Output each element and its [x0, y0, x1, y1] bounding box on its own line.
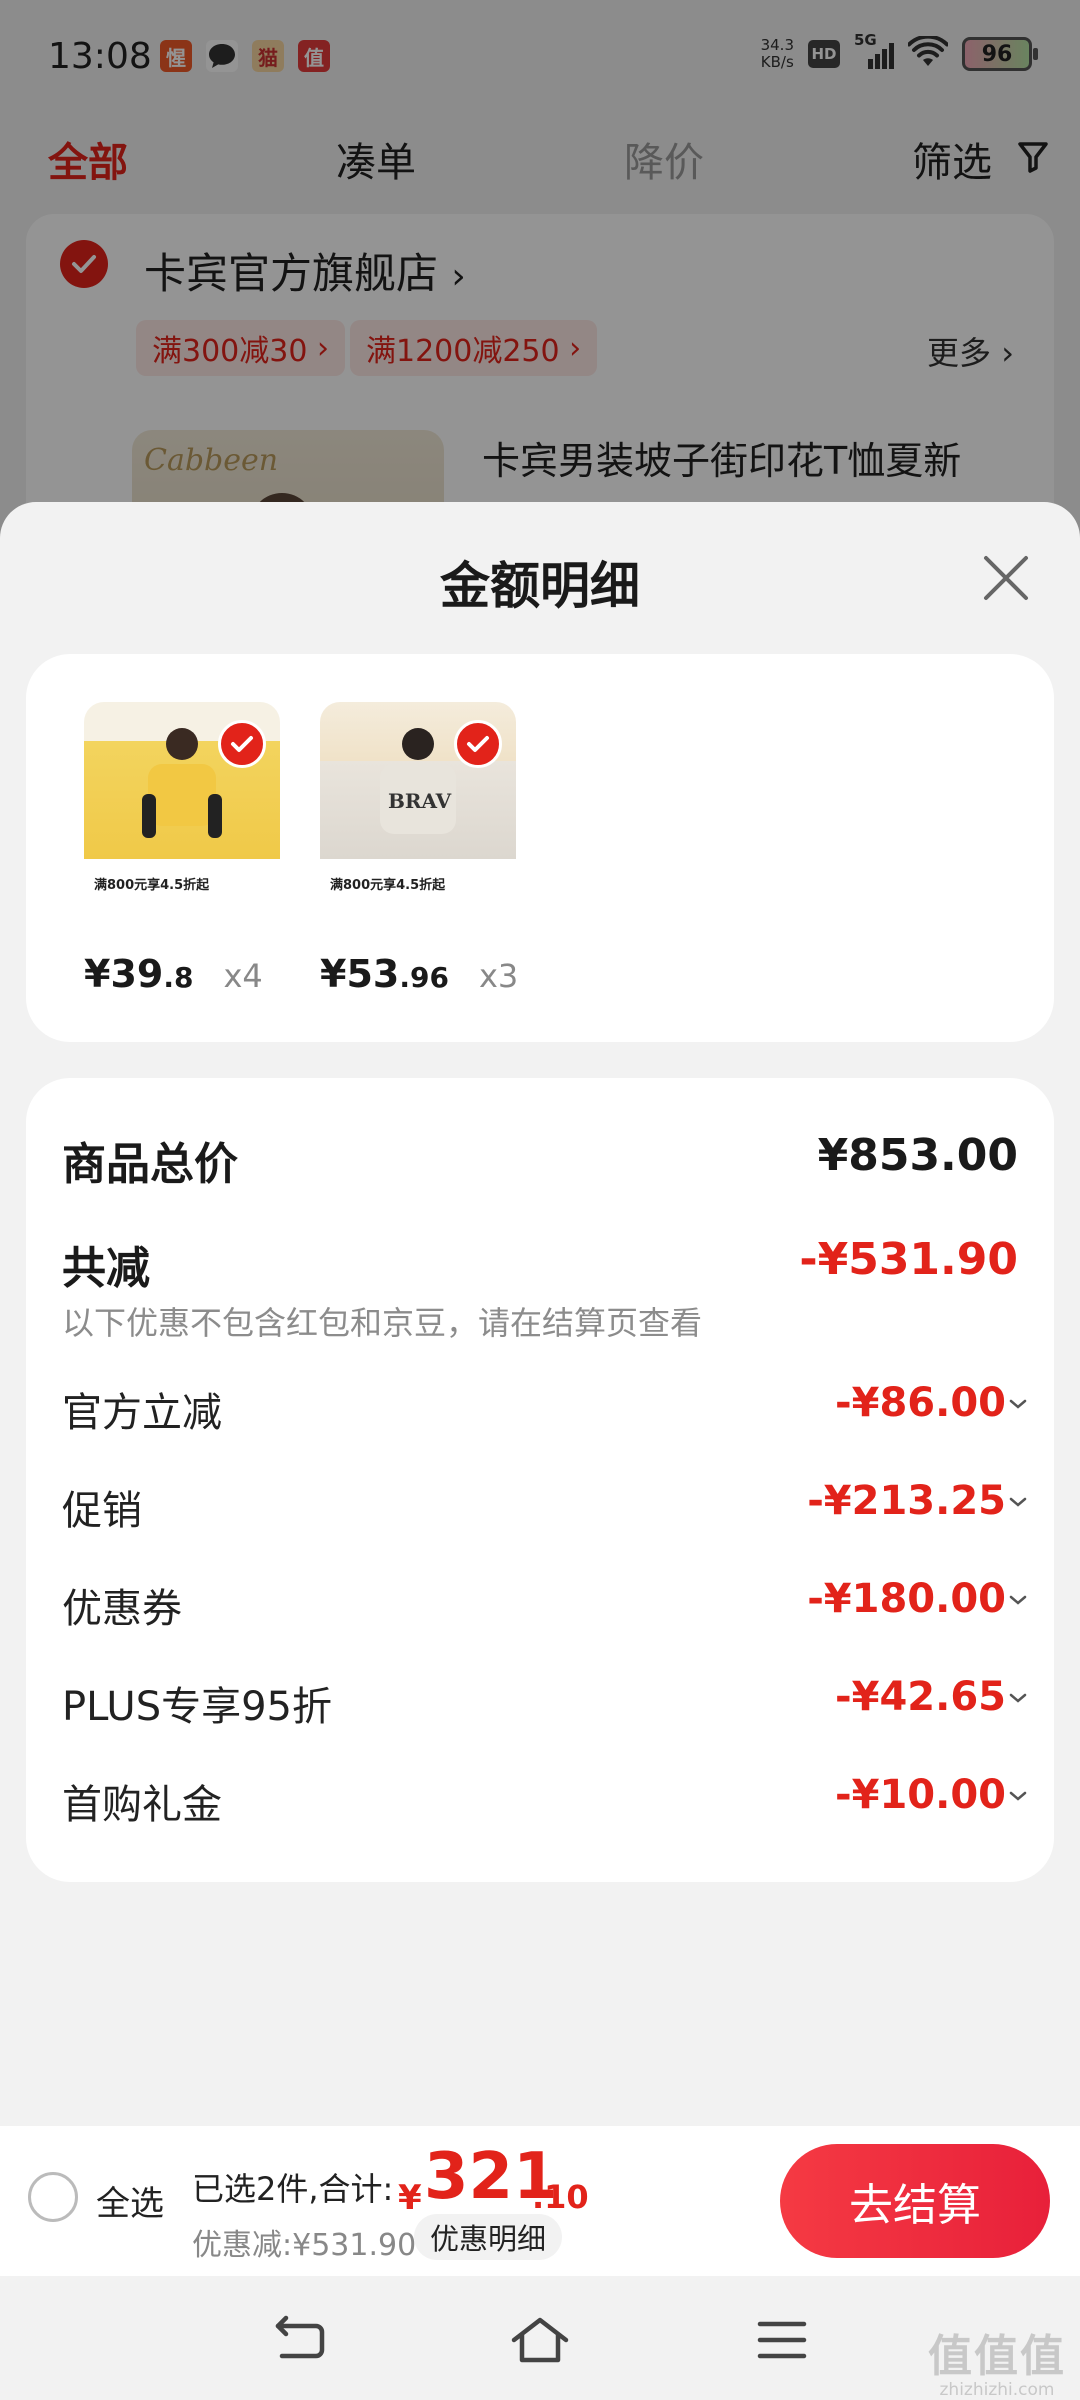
item-quantity: x4 — [223, 957, 263, 995]
system-nav-bar: 值值值 zhizhizhi.com — [0, 2276, 1080, 2400]
chevron-down-icon — [1009, 1497, 1027, 1507]
item-image: 满800元享4.5折起 — [84, 702, 280, 898]
check-icon[interactable] — [454, 720, 502, 768]
price-detail-sheet: 金额明细 满800元享4.5折起 ¥39.8 x4 BRAV 满800元享4.5… — [0, 502, 1080, 2400]
item-promo-banner: 满800元享4.5折起 — [84, 874, 280, 898]
total-amount-decimal: .10 — [532, 2178, 589, 2216]
selected-summary: 已选2件,合计: — [192, 2170, 394, 2208]
chevron-down-icon — [1009, 1791, 1027, 1801]
model-figure — [142, 728, 222, 838]
menu-icon[interactable] — [752, 2314, 812, 2366]
chevron-down-icon — [1009, 1595, 1027, 1605]
item-image: BRAV 满800元享4.5折起 — [320, 702, 516, 898]
selected-item[interactable]: BRAV 满800元享4.5折起 ¥53.96 x3 — [320, 702, 518, 996]
sheet-title: 金额明细 — [440, 557, 640, 615]
total-discount-value: -¥531.90 — [799, 1234, 1018, 1285]
item-price: ¥39 — [84, 952, 164, 996]
watermark: 值值值 zhizhizhi.com — [928, 2331, 1066, 2400]
close-icon — [984, 556, 1028, 600]
discount-summary: 优惠减:¥531.90 — [192, 2228, 417, 2263]
item-price-row: ¥53.96 x3 — [320, 952, 518, 996]
total-currency: ¥ — [398, 2178, 422, 2218]
back-icon[interactable] — [270, 2314, 330, 2366]
selected-items-card: 满800元享4.5折起 ¥39.8 x4 BRAV 满800元享4.5折起 ¥53… — [26, 654, 1054, 1042]
close-button[interactable] — [976, 548, 1036, 608]
item-promo-banner: 满800元享4.5折起 — [320, 874, 516, 898]
select-all-radio[interactable] — [28, 2172, 78, 2222]
item-price-row: ¥39.8 x4 — [84, 952, 263, 996]
item-price-decimal: .8 — [163, 961, 194, 994]
svg-text:BRAV: BRAV — [388, 789, 452, 813]
check-icon[interactable] — [218, 720, 266, 768]
select-all-label[interactable]: 全选 — [96, 2176, 164, 2225]
discount-detail-button[interactable]: 优惠明细 — [414, 2214, 563, 2260]
home-icon[interactable] — [510, 2314, 570, 2366]
total-price-value: ¥853.00 — [817, 1130, 1018, 1181]
selected-item[interactable]: 满800元享4.5折起 ¥39.8 x4 — [84, 702, 280, 996]
item-quantity: x3 — [478, 957, 519, 995]
model-figure: BRAV — [380, 728, 456, 834]
discount-note: 以下优惠不包含红包和京豆，请在结算页查看 — [62, 1304, 703, 1342]
item-price: ¥53 — [320, 952, 400, 996]
checkout-bar: 全选 已选2件,合计: ¥ 321 .10 优惠减:¥531.90 优惠明细 去… — [0, 2126, 1080, 2276]
price-breakdown-card: 商品总价 ¥853.00 共减 -¥531.90 以下优惠不包含红包和京豆，请在… — [26, 1078, 1054, 1882]
checkout-button[interactable]: 去结算 — [780, 2144, 1050, 2258]
item-price-decimal: .96 — [399, 961, 449, 994]
chevron-down-icon — [1009, 1399, 1027, 1409]
total-price-label: 商品总价 — [62, 1139, 238, 1190]
chevron-down-icon — [1009, 1693, 1027, 1703]
total-discount-label: 共减 — [62, 1243, 150, 1294]
